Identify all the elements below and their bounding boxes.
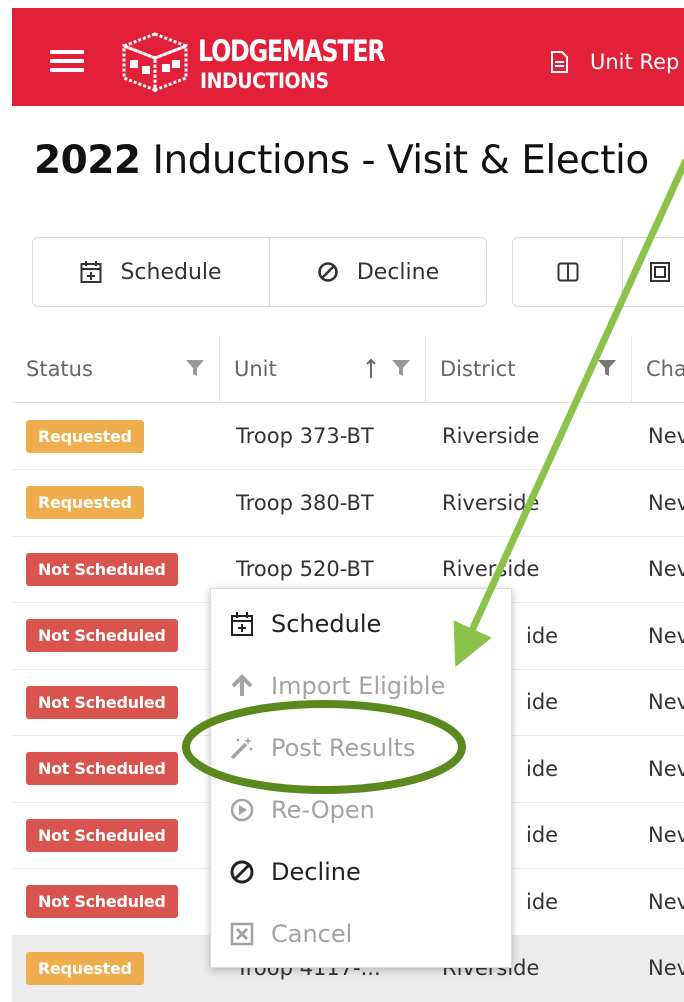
decline-button[interactable]: Decline: [270, 238, 486, 306]
menu-item-label: Schedule: [271, 610, 382, 638]
charter-cell: Nev: [648, 956, 684, 980]
columns-icon: [557, 262, 579, 282]
calendar-plus-icon: [80, 260, 102, 284]
lodgemaster-logo-icon: [119, 30, 191, 94]
menu-item-label: Re-Open: [271, 796, 375, 824]
sort-ascending-icon[interactable]: [365, 358, 377, 385]
page-title-text: Inductions - Visit & Electio: [140, 138, 649, 183]
hamburger-menu-icon[interactable]: [50, 50, 84, 72]
status-badge: Not Scheduled: [26, 752, 178, 785]
page-title-year: 2022: [34, 138, 141, 183]
export-button[interactable]: [623, 238, 684, 306]
document-icon: [551, 51, 568, 73]
menu-item-label: Post Results: [271, 734, 416, 762]
page-title: 2022 Inductions - Visit & Electio: [34, 138, 649, 183]
filter-icon[interactable]: [391, 358, 411, 383]
column-header-label: Cha: [646, 357, 684, 381]
charter-cell: Nev: [648, 424, 684, 448]
charter-cell: Nev: [648, 889, 684, 914]
schedule-button[interactable]: Schedule: [33, 238, 270, 306]
schedule-button-label: Schedule: [120, 259, 222, 285]
menu-item-post-results[interactable]: Post Results: [211, 717, 511, 779]
table-row[interactable]: Requested Troop 380-BT Riverside Nev: [12, 470, 684, 537]
menu-item-label: Decline: [271, 858, 361, 886]
context-menu: Schedule Import Eligible Post Results Re…: [210, 588, 512, 968]
column-header-label: Unit: [234, 357, 277, 381]
decline-button-label: Decline: [356, 259, 440, 285]
status-cell: Requested: [26, 470, 220, 536]
status-badge: Not Scheduled: [26, 619, 178, 652]
ban-icon: [317, 261, 339, 283]
unit-report-link[interactable]: Unit Rep: [550, 50, 679, 74]
menu-item-import-eligible[interactable]: Import Eligible: [211, 655, 511, 717]
calendar-plus-icon: [223, 611, 261, 637]
status-cell: Not Scheduled: [26, 802, 220, 868]
status-cell: Not Scheduled: [26, 536, 220, 602]
column-header-district[interactable]: District: [426, 336, 632, 402]
column-header-charter[interactable]: Cha: [632, 336, 684, 402]
menu-item-cancel[interactable]: Cancel: [211, 903, 511, 965]
filter-icon[interactable]: [597, 358, 617, 383]
menu-item-label: Cancel: [271, 920, 353, 948]
column-header-unit[interactable]: Unit: [220, 336, 426, 402]
district-cell: Riverside: [442, 490, 540, 515]
export-icon: [650, 262, 671, 282]
status-badge: Not Scheduled: [26, 818, 178, 852]
unit-cell: Troop 380-BT: [236, 490, 374, 515]
charter-cell: Nev: [648, 756, 684, 781]
table-header: Status Unit District Cha: [12, 336, 684, 403]
charter-cell: Nev: [648, 823, 684, 847]
brand-subtitle: INDUCTIONS: [200, 69, 329, 93]
status-badge: Not Scheduled: [26, 552, 178, 586]
charter-cell: Nev: [648, 690, 684, 714]
menu-item-decline[interactable]: Decline: [211, 841, 511, 903]
table-row[interactable]: Requested Troop 373-BT Riverside Nev: [12, 403, 684, 470]
status-badge: Requested: [26, 486, 144, 519]
status-cell: Not Scheduled: [26, 669, 220, 735]
district-cell: Riverside: [442, 424, 540, 448]
x-square-icon: [223, 922, 261, 946]
column-header-label: Status: [26, 357, 93, 381]
column-header-status[interactable]: Status: [12, 336, 220, 402]
arrow-up-icon: [223, 674, 261, 698]
status-badge: Requested: [26, 951, 144, 985]
top-navbar: LODGEMASTER INDUCTIONS Unit Rep: [12, 8, 684, 106]
ban-icon: [223, 859, 261, 885]
menu-item-re-open[interactable]: Re-Open: [211, 779, 511, 841]
charter-cell: Nev: [648, 490, 684, 515]
filter-icon[interactable]: [185, 358, 205, 383]
column-header-label: District: [440, 357, 516, 381]
status-cell: Not Scheduled: [26, 603, 220, 669]
status-badge: Not Scheduled: [26, 885, 178, 918]
play-circle-icon: [223, 798, 261, 822]
unit-report-label: Unit Rep: [590, 50, 680, 74]
status-cell: Requested: [26, 403, 220, 469]
status-badge: Requested: [26, 419, 144, 453]
view-button-group: [512, 237, 684, 307]
menu-item-label: Import Eligible: [271, 672, 446, 700]
action-button-group: Schedule Decline: [32, 237, 487, 307]
charter-cell: Nev: [648, 623, 684, 648]
status-cell: Requested: [26, 935, 220, 1001]
status-cell: Not Scheduled: [26, 869, 220, 935]
status-badge: Not Scheduled: [26, 685, 178, 719]
status-cell: Not Scheduled: [26, 736, 220, 802]
charter-cell: Nev: [648, 557, 684, 581]
columns-button[interactable]: [513, 238, 624, 306]
magic-wand-icon: [223, 735, 261, 761]
menu-item-schedule[interactable]: Schedule: [211, 593, 511, 655]
brand-name: LODGEMASTER: [198, 34, 386, 68]
unit-cell: Troop 373-BT: [236, 424, 374, 448]
